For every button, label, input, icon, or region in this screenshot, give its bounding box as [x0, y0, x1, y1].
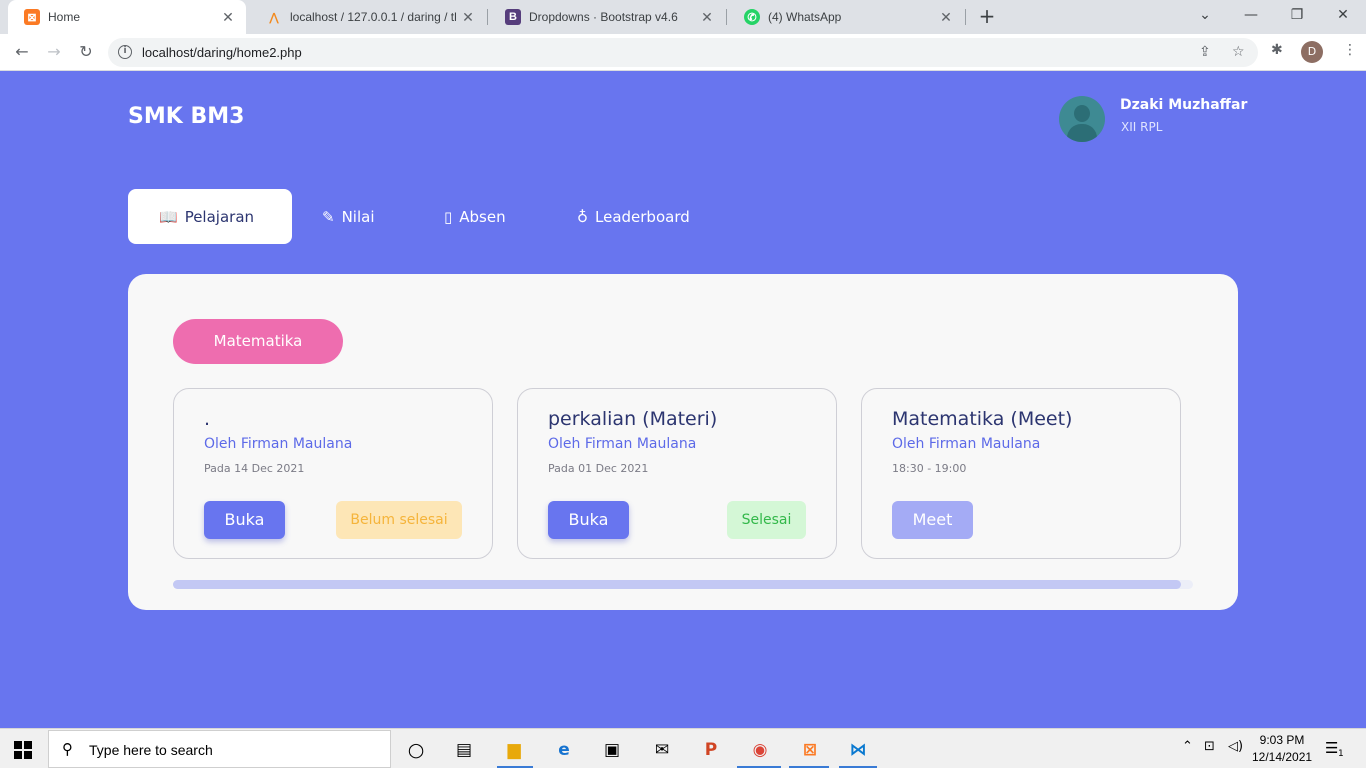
vscode-icon[interactable]: ⋈: [843, 735, 873, 765]
extensions-icon[interactable]: ✱: [1271, 42, 1283, 58]
lesson-date: Pada 01 Dec 2021: [548, 462, 649, 475]
lesson-title: .: [204, 408, 211, 430]
notification-count: 1: [1338, 749, 1344, 759]
store-icon[interactable]: ▣: [597, 735, 627, 765]
menu-label: Nilai: [341, 207, 375, 226]
tab-title: Home: [48, 10, 81, 24]
tab-separator: [487, 9, 488, 25]
phpmyadmin-icon: ⋀: [269, 11, 279, 24]
avatar-body: [1067, 124, 1097, 142]
chrome-icon[interactable]: ◉: [745, 735, 775, 765]
scrollbar-thumb[interactable]: [173, 580, 1181, 589]
browser-toolbar: ← → ↻ i localhost/daring/home2.php ⇪ ☆ ✱…: [0, 34, 1366, 71]
lesson-date: Pada 14 Dec 2021: [204, 462, 305, 475]
menu-label: Absen: [459, 207, 506, 226]
browser-tab-whatsapp[interactable]: ✆ (4) WhatsApp ✕: [728, 0, 964, 34]
open-button[interactable]: Buka: [204, 501, 285, 539]
volume-icon[interactable]: ◁): [1228, 739, 1243, 754]
menu-pelajaran[interactable]: 📖 Pelajaran: [128, 189, 292, 244]
bootstrap-icon: B: [505, 9, 521, 25]
menu-nilai[interactable]: ✎ Nilai: [322, 189, 375, 244]
url-text[interactable]: localhost/daring/home2.php: [142, 45, 302, 60]
mail-icon[interactable]: ✉: [647, 735, 677, 765]
close-tab-icon[interactable]: ✕: [216, 9, 240, 26]
powerpoint-icon[interactable]: P: [696, 735, 726, 765]
menu-leaderboard[interactable]: ♁ Leaderboard: [577, 189, 690, 244]
meet-button[interactable]: Meet: [892, 501, 973, 539]
status-badge: Belum selesai: [336, 501, 462, 539]
new-tab-button[interactable]: +: [976, 5, 998, 27]
open-button[interactable]: Buka: [548, 501, 629, 539]
close-tab-icon[interactable]: ✕: [695, 9, 719, 26]
tab-title: (4) WhatsApp: [768, 10, 842, 24]
notification-icon[interactable]: ☰: [1325, 739, 1338, 757]
menu-absen[interactable]: ▯ Absen: [444, 189, 506, 244]
close-tab-icon[interactable]: ✕: [934, 9, 958, 26]
lesson-author: Oleh Firman Maulana: [548, 436, 697, 452]
browser-tab-phpmyadmin[interactable]: ⋀ localhost / 127.0.0.1 / daring / tb ✕: [250, 0, 486, 34]
windows-taskbar: ⚲ Type here to search ○ ▤ ▆ e ▣ ✉ P ◉ ⊠ …: [0, 728, 1366, 768]
tab-title: localhost / 127.0.0.1 / daring / tb: [290, 10, 456, 24]
clipboard-icon: ▯: [444, 207, 453, 226]
menu-label: Pelajaran: [184, 207, 255, 226]
lessons-panel: Matematika . Oleh Firman Maulana Pada 14…: [128, 274, 1238, 610]
forward-icon[interactable]: →: [42, 40, 66, 64]
menu-label: Leaderboard: [595, 207, 690, 226]
bookmark-star-icon[interactable]: ☆: [1232, 44, 1245, 60]
lesson-title: Matematika (Meet): [892, 408, 1073, 430]
lesson-title: perkalian (Materi): [548, 408, 718, 430]
xampp-icon: ⊠: [24, 9, 40, 25]
horizontal-scrollbar[interactable]: [173, 580, 1193, 589]
restore-button[interactable]: ❐: [1274, 0, 1320, 34]
back-icon[interactable]: ←: [10, 40, 34, 64]
lesson-time: 18:30 - 19:00: [892, 462, 967, 475]
user-class: XII RPL: [1121, 120, 1163, 134]
browser-tab-strip: ⊠ Home ✕ ⋀ localhost / 127.0.0.1 / darin…: [0, 0, 1366, 34]
site-info-icon[interactable]: i: [118, 45, 132, 59]
lesson-author: Oleh Firman Maulana: [204, 436, 353, 452]
avatar-head: [1074, 105, 1090, 122]
lesson-card: perkalian (Materi) Oleh Firman Maulana P…: [517, 388, 837, 559]
clock-date: 12/14/2021: [1252, 750, 1313, 764]
book-open-icon: 📖: [159, 207, 178, 226]
search-placeholder: Type here to search: [89, 742, 213, 758]
tab-separator: [965, 9, 966, 25]
tab-search-icon[interactable]: ⌄: [1182, 0, 1228, 34]
share-icon[interactable]: ⇪: [1199, 44, 1211, 60]
status-badge: Selesai: [727, 501, 806, 539]
address-bar[interactable]: i localhost/daring/home2.php ⇪ ☆: [108, 38, 1258, 67]
xampp-icon[interactable]: ⊠: [795, 735, 825, 765]
brand-title: SMK BM3: [128, 104, 245, 129]
tab-title: Dropdowns · Bootstrap v4.6: [529, 10, 678, 24]
whatsapp-icon: ✆: [744, 9, 760, 25]
reload-icon[interactable]: ↻: [74, 40, 98, 64]
lesson-card: . Oleh Firman Maulana Pada 14 Dec 2021 B…: [173, 388, 493, 559]
network-icon[interactable]: ⊡: [1204, 739, 1215, 754]
browser-tab-home[interactable]: ⊠ Home ✕: [8, 0, 246, 34]
windows-start-icon[interactable]: [14, 741, 32, 759]
medal-icon: ♁: [577, 207, 588, 226]
file-explorer-icon[interactable]: ▆: [499, 735, 529, 765]
lesson-author: Oleh Firman Maulana: [892, 436, 1041, 452]
user-name: Dzaki Muzhaffar: [1120, 97, 1248, 113]
browser-tab-bootstrap[interactable]: B Dropdowns · Bootstrap v4.6 ✕: [489, 0, 725, 34]
cortana-icon[interactable]: ○: [401, 735, 431, 765]
clock-time: 9:03 PM: [1259, 733, 1305, 747]
close-window-button[interactable]: ✕: [1320, 0, 1366, 34]
chart-edit-icon: ✎: [322, 207, 335, 226]
browser-menu-icon[interactable]: ⋮: [1343, 42, 1357, 58]
close-tab-icon[interactable]: ✕: [456, 9, 480, 26]
taskbar-search-input[interactable]: ⚲ Type here to search: [48, 730, 391, 768]
avatar[interactable]: [1059, 96, 1105, 142]
subject-pill[interactable]: Matematika: [173, 319, 343, 364]
minimize-button[interactable]: —: [1228, 0, 1274, 34]
task-view-icon[interactable]: ▤: [449, 735, 479, 765]
show-hidden-icons-icon[interactable]: ⌃: [1182, 739, 1193, 754]
tab-separator: [726, 9, 727, 25]
profile-avatar[interactable]: D: [1301, 41, 1323, 63]
taskbar-clock[interactable]: 9:03 PM 12/14/2021: [1252, 732, 1312, 766]
lesson-card: Matematika (Meet) Oleh Firman Maulana 18…: [861, 388, 1181, 559]
edge-icon[interactable]: e: [549, 735, 579, 765]
search-icon: ⚲: [62, 740, 73, 758]
